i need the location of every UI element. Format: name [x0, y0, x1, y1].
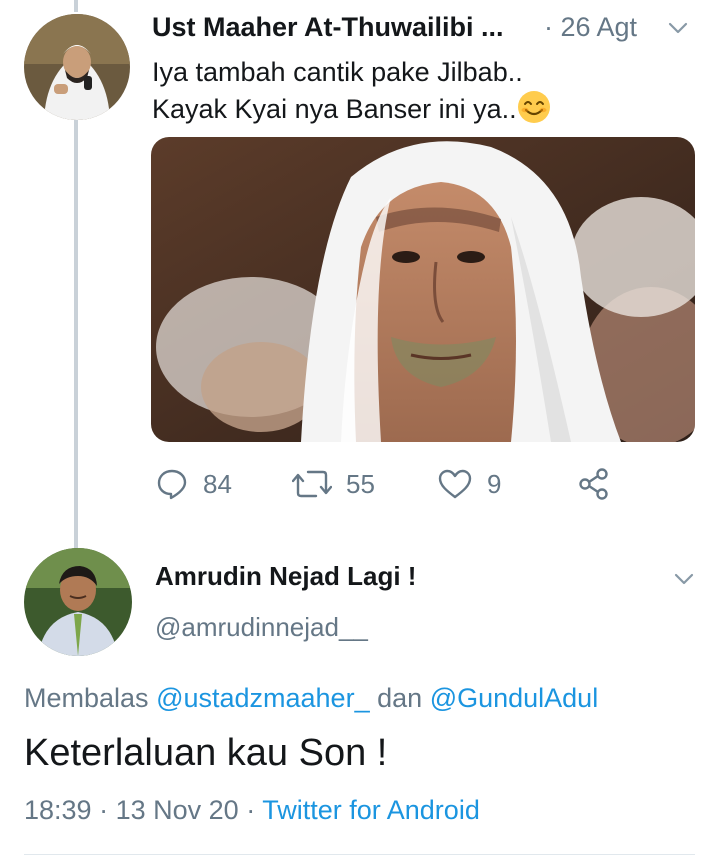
tweet1-text: Iya tambah cantik pake Jilbab.. Kayak Ky…	[152, 54, 551, 127]
thread-connector-line	[74, 118, 78, 550]
tweet1-text-line2: Kayak Kyai nya Banser ini ya..	[152, 94, 517, 124]
retweet-count: 55	[346, 468, 375, 499]
mention-link[interactable]: @GundulAdul	[430, 683, 599, 713]
heart-icon[interactable]	[437, 467, 473, 501]
retweet-action[interactable]: 55	[292, 462, 375, 506]
tweet2-author-handle[interactable]: @amrudinnejad__	[155, 612, 368, 643]
reply-count: 84	[203, 468, 232, 499]
mention-link[interactable]: @ustadzmaaher_	[156, 683, 370, 713]
reply-action[interactable]: 84	[155, 462, 232, 506]
like-action[interactable]: 9	[437, 462, 501, 506]
separator-dot: ·	[99, 795, 109, 825]
separator-dot: ·	[246, 795, 256, 825]
smiling-face-emoji-icon	[517, 91, 550, 123]
chevron-down-icon[interactable]	[667, 17, 689, 39]
share-icon[interactable]	[577, 467, 611, 501]
tweet1-date[interactable]: · 26 Agt	[544, 12, 637, 43]
reply-conjunction: dan	[377, 683, 423, 713]
chevron-down-icon[interactable]	[673, 568, 695, 590]
share-action[interactable]	[577, 462, 611, 506]
tweet2-text: Keterlaluan kau Son !	[24, 732, 388, 774]
tweet2-time: 18:39	[24, 795, 92, 825]
thread-connector-top	[74, 0, 78, 12]
tweet2-source-link[interactable]: Twitter for Android	[262, 795, 480, 825]
reply-icon[interactable]	[155, 467, 189, 501]
retweet-icon[interactable]	[292, 467, 332, 501]
avatar-amrudin[interactable]	[24, 548, 132, 656]
tweet2-date: 13 Nov 20	[115, 795, 239, 825]
tweet1-author-name[interactable]: Ust Maaher At-Thuwailibi ...	[152, 12, 504, 43]
tweet1-photo[interactable]	[151, 137, 695, 442]
avatar-ust-maaher[interactable]	[24, 14, 130, 120]
tweet1-action-bar: 84 55 9	[152, 462, 632, 506]
tweet2-meta: 18:39 · 13 Nov 20 · Twitter for Android	[24, 795, 480, 826]
tweet2-author-name[interactable]: Amrudin Nejad Lagi !	[155, 561, 416, 592]
tweet1-text-line1: Iya tambah cantik pake Jilbab..	[152, 57, 523, 87]
reply-prefix: Membalas	[24, 683, 149, 713]
reply-context: Membalas @ustadzmaaher_ dan @GundulAdul	[24, 683, 598, 714]
like-count: 9	[487, 468, 502, 499]
divider	[24, 854, 695, 855]
